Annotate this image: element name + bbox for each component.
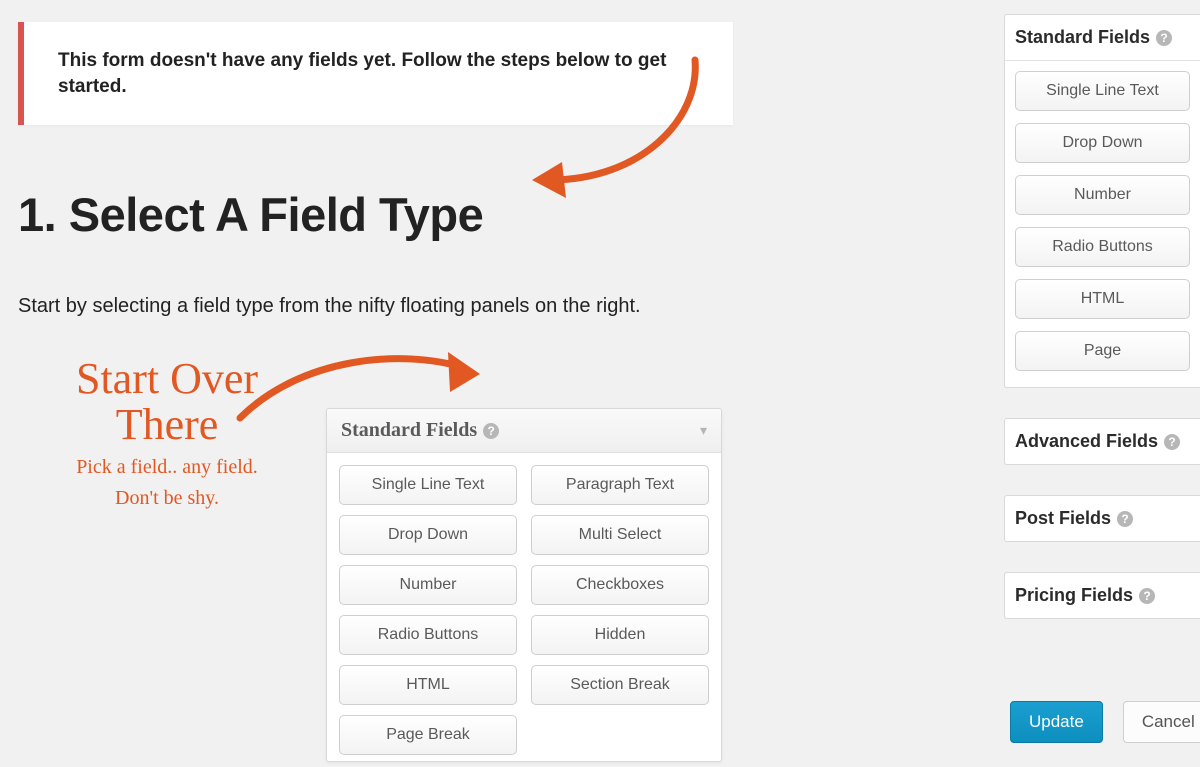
sidebar-pricing-fields-header[interactable]: Pricing Fields ? [1005,573,1200,618]
annotation-sub1: Pick a field.. any field. [32,456,302,479]
field-html-button[interactable]: HTML [339,665,517,705]
help-icon[interactable]: ? [1156,30,1172,46]
annotation-line2: There [32,402,302,448]
example-panel-header[interactable]: Standard Fields ? ▾ [327,409,721,453]
help-icon[interactable]: ? [1164,434,1180,450]
help-icon[interactable]: ? [483,423,499,439]
sidebar-pricing-fields-panel: Pricing Fields ? [1004,572,1200,619]
help-icon[interactable]: ? [1117,511,1133,527]
notice-text: This form doesn't have any fields yet. F… [58,48,699,99]
field-checkboxes-button[interactable]: Checkboxes [531,565,709,605]
sidebar-standard-fields-header[interactable]: Standard Fields ? [1005,15,1200,61]
sidebar-post-fields-header[interactable]: Post Fields ? [1005,496,1200,541]
example-panel-body: Single Line Text Paragraph Text Drop Dow… [327,453,721,761]
field-number-button[interactable]: Number [339,565,517,605]
annotation-sub2: Don't be shy. [32,487,302,510]
sidebar-standard-fields-body: Single Line Text Drop Down Number Radio … [1005,61,1200,387]
sidebar-field-drop-down-button[interactable]: Drop Down [1015,123,1190,163]
main-content: This form doesn't have any fields yet. F… [0,0,1000,767]
sidebar-post-fields-panel: Post Fields ? [1004,495,1200,542]
fields-sidebar: Standard Fields ? Single Line Text Drop … [1004,0,1200,767]
step-heading: 1. Select A Field Type [18,187,970,242]
sidebar-field-number-button[interactable]: Number [1015,175,1190,215]
form-actions: Update Cancel [1004,701,1200,743]
field-paragraph-text-button[interactable]: Paragraph Text [531,465,709,505]
field-page-break-button[interactable]: Page Break [339,715,517,755]
sidebar-post-fields-title: Post Fields [1015,508,1111,529]
field-single-line-text-button[interactable]: Single Line Text [339,465,517,505]
handwritten-annotation: Start Over There Pick a field.. any fiel… [32,356,302,510]
sidebar-standard-fields-panel: Standard Fields ? Single Line Text Drop … [1004,14,1200,388]
sidebar-advanced-fields-header[interactable]: Advanced Fields ? [1005,419,1200,464]
field-hidden-button[interactable]: Hidden [531,615,709,655]
field-multi-select-button[interactable]: Multi Select [531,515,709,555]
cancel-button[interactable]: Cancel [1123,701,1200,743]
sidebar-advanced-fields-title: Advanced Fields [1015,431,1158,452]
field-radio-buttons-button[interactable]: Radio Buttons [339,615,517,655]
step-description: Start by selecting a field type from the… [18,292,970,320]
chevron-down-icon[interactable]: ▾ [700,422,707,439]
sidebar-advanced-fields-panel: Advanced Fields ? [1004,418,1200,465]
example-panel-title-wrap: Standard Fields ? [341,419,499,442]
empty-form-notice: This form doesn't have any fields yet. F… [18,22,733,125]
example-fields-panel: Standard Fields ? ▾ Single Line Text Par… [326,408,722,762]
sidebar-pricing-fields-title: Pricing Fields [1015,585,1133,606]
sidebar-field-single-line-text-button[interactable]: Single Line Text [1015,71,1190,111]
example-panel-title: Standard Fields [341,419,477,442]
sidebar-field-html-button[interactable]: HTML [1015,279,1190,319]
sidebar-field-page-button[interactable]: Page [1015,331,1190,371]
sidebar-standard-fields-title: Standard Fields [1015,27,1150,48]
annotation-line1: Start Over [32,356,302,402]
field-drop-down-button[interactable]: Drop Down [339,515,517,555]
field-section-break-button[interactable]: Section Break [531,665,709,705]
sidebar-field-radio-buttons-button[interactable]: Radio Buttons [1015,227,1190,267]
update-button[interactable]: Update [1010,701,1103,743]
help-icon[interactable]: ? [1139,588,1155,604]
